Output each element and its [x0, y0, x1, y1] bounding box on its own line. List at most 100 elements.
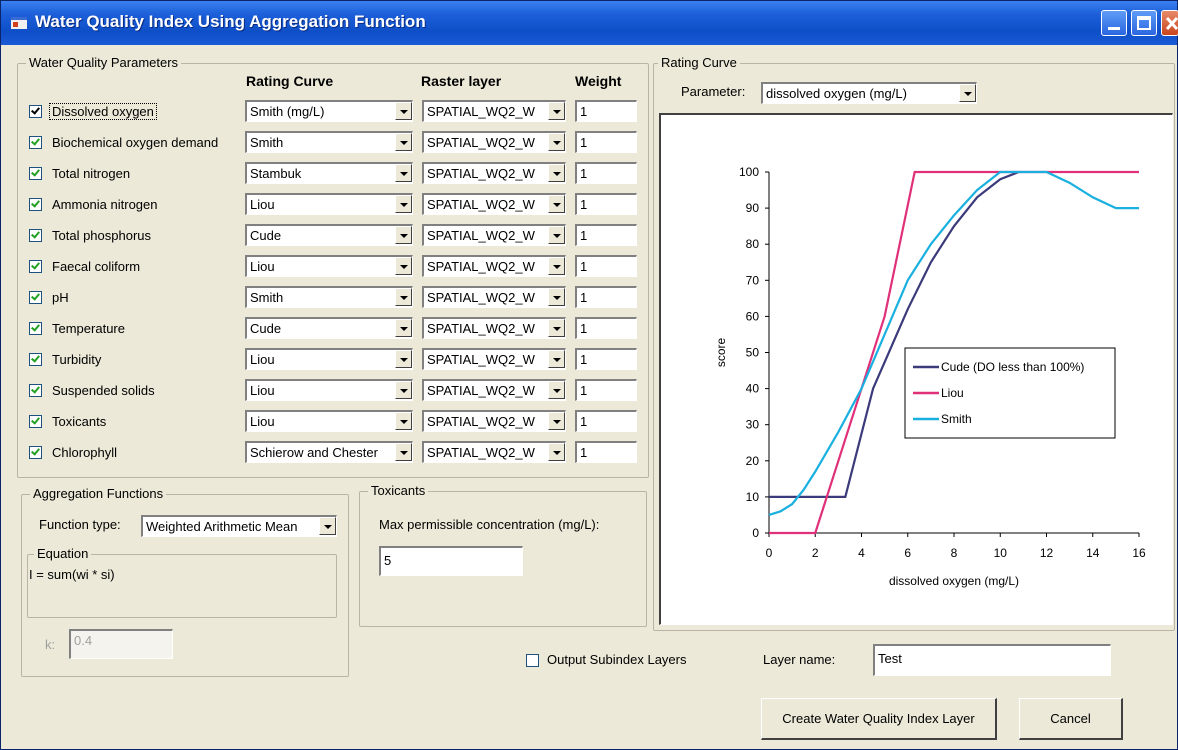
rating-curve-dropdown-button[interactable]	[395, 164, 412, 182]
parameter-checkbox[interactable]	[29, 198, 42, 211]
weight-input[interactable]: 1	[575, 162, 637, 184]
weight-input[interactable]: 1	[575, 131, 637, 153]
parameter-name: Ammonia nitrogen	[52, 197, 158, 212]
raster-layer-dropdown[interactable]: SPATIAL_WQ2_W	[422, 162, 566, 184]
parameter-checkbox[interactable]	[29, 322, 42, 335]
raster-layer-dropdown[interactable]: SPATIAL_WQ2_W	[422, 224, 566, 246]
rating-curve-dropdown-button[interactable]	[395, 133, 412, 151]
raster-layer-dropdown-value: SPATIAL_WQ2_W	[427, 228, 535, 243]
raster-layer-dropdown-button[interactable]	[548, 257, 565, 275]
close-button[interactable]	[1161, 10, 1178, 36]
parameter-checkbox[interactable]	[29, 415, 42, 428]
parameter-checkbox[interactable]	[29, 136, 42, 149]
rating-curve-dropdown-button[interactable]	[395, 257, 412, 275]
parameter-checkbox[interactable]	[29, 384, 42, 397]
rating-curve-dropdown-button[interactable]	[395, 288, 412, 306]
raster-layer-dropdown[interactable]: SPATIAL_WQ2_W	[422, 441, 566, 463]
weight-input[interactable]: 1	[575, 255, 637, 277]
rating-curve-dropdown-button[interactable]	[395, 102, 412, 120]
rating-curve-dropdown[interactable]: Cude	[245, 224, 413, 246]
rating-curve-dropdown[interactable]: Smith (mg/L)	[245, 100, 413, 122]
rating-curve-dropdown[interactable]: Smith	[245, 286, 413, 308]
rating-curve-dropdown[interactable]: Liou	[245, 193, 413, 215]
rating-curve-dropdown[interactable]: Liou	[245, 348, 413, 370]
chevron-down-icon	[400, 420, 408, 424]
parameter-checkbox[interactable]	[29, 167, 42, 180]
rating-curve-dropdown-button[interactable]	[395, 226, 412, 244]
raster-layer-dropdown[interactable]: SPATIAL_WQ2_W	[422, 131, 566, 153]
rating-curve-dropdown[interactable]: Liou	[245, 379, 413, 401]
rating-curve-dropdown-button[interactable]	[395, 195, 412, 213]
raster-layer-dropdown[interactable]: SPATIAL_WQ2_W	[422, 379, 566, 401]
weight-input[interactable]: 1	[575, 224, 637, 246]
raster-layer-dropdown[interactable]: SPATIAL_WQ2_W	[422, 100, 566, 122]
rating-curve-dropdown[interactable]: Smith	[245, 131, 413, 153]
raster-layer-dropdown-button[interactable]	[548, 412, 565, 430]
legend-label-2: Smith	[941, 412, 972, 426]
create-index-layer-button[interactable]: Create Water Quality Index Layer	[761, 698, 997, 740]
weight-value: 1	[580, 104, 588, 119]
max-concentration-input[interactable]: 5	[379, 546, 523, 576]
rating-curve-dropdown[interactable]: Liou	[245, 410, 413, 432]
raster-layer-dropdown-button[interactable]	[548, 319, 565, 337]
rating-curve-dropdown[interactable]: Liou	[245, 255, 413, 277]
raster-layer-dropdown[interactable]: SPATIAL_WQ2_W	[422, 286, 566, 308]
weight-input[interactable]: 1	[575, 441, 637, 463]
raster-layer-dropdown-button[interactable]	[548, 164, 565, 182]
raster-layer-dropdown-button[interactable]	[548, 443, 565, 461]
maximize-icon	[1137, 16, 1151, 30]
raster-layer-dropdown-button[interactable]	[548, 133, 565, 151]
raster-layer-dropdown-button[interactable]	[548, 288, 565, 306]
raster-layer-dropdown-button[interactable]	[548, 226, 565, 244]
y-tick-label: 100	[739, 165, 759, 179]
minimize-button[interactable]	[1101, 10, 1127, 36]
title-bar[interactable]: Water Quality Index Using Aggregation Fu…	[1, 1, 1178, 45]
output-subindex-checkbox[interactable]	[526, 654, 539, 667]
layer-name-input[interactable]: Test	[873, 644, 1111, 676]
rating-curve-dropdown-button[interactable]	[395, 350, 412, 368]
raster-layer-dropdown[interactable]: SPATIAL_WQ2_W	[422, 348, 566, 370]
raster-layer-dropdown-value: SPATIAL_WQ2_W	[427, 197, 535, 212]
rating-curve-dropdown-button[interactable]	[395, 412, 412, 430]
parameter-checkbox[interactable]	[29, 105, 42, 118]
checkmark-icon	[31, 198, 40, 208]
rating-curve-dropdown-value: Liou	[250, 352, 275, 367]
raster-layer-dropdown[interactable]: SPATIAL_WQ2_W	[422, 255, 566, 277]
raster-layer-dropdown-button[interactable]	[548, 195, 565, 213]
k-input[interactable]: 0.4	[69, 629, 173, 659]
raster-layer-dropdown-button[interactable]	[548, 350, 565, 368]
rating-curve-dropdown[interactable]: Stambuk	[245, 162, 413, 184]
weight-input[interactable]: 1	[575, 348, 637, 370]
raster-layer-dropdown[interactable]: SPATIAL_WQ2_W	[422, 317, 566, 339]
parameter-checkbox[interactable]	[29, 291, 42, 304]
weight-input[interactable]: 1	[575, 100, 637, 122]
parameter-checkbox[interactable]	[29, 353, 42, 366]
rating-curve-dropdown[interactable]: Cude	[245, 317, 413, 339]
parameter-checkbox[interactable]	[29, 229, 42, 242]
weight-input[interactable]: 1	[575, 317, 637, 339]
aggregation-functions-legend: Aggregation Functions	[30, 486, 167, 501]
raster-layer-dropdown[interactable]: SPATIAL_WQ2_W	[422, 193, 566, 215]
raster-layer-dropdown[interactable]: SPATIAL_WQ2_W	[422, 410, 566, 432]
raster-layer-dropdown-button[interactable]	[548, 102, 565, 120]
chevron-down-icon	[400, 203, 408, 207]
parameter-checkbox[interactable]	[29, 260, 42, 273]
rating-curve-dropdown[interactable]: Schierow and Chester	[245, 441, 413, 463]
cancel-button[interactable]: Cancel	[1019, 698, 1123, 740]
function-type-dropdown-button[interactable]	[319, 517, 336, 535]
raster-layer-dropdown-value: SPATIAL_WQ2_W	[427, 321, 535, 336]
rating-curve-dropdown-button[interactable]	[395, 381, 412, 399]
weight-input[interactable]: 1	[575, 286, 637, 308]
weight-input[interactable]: 1	[575, 379, 637, 401]
weight-input[interactable]: 1	[575, 410, 637, 432]
parameter-checkbox[interactable]	[29, 446, 42, 459]
parameter-dropdown-button[interactable]	[959, 84, 976, 102]
rating-curve-dropdown-button[interactable]	[395, 319, 412, 337]
rating-curve-dropdown-button[interactable]	[395, 443, 412, 461]
parameter-dropdown[interactable]: dissolved oxygen (mg/L)	[761, 82, 977, 104]
raster-layer-dropdown-button[interactable]	[548, 381, 565, 399]
maximize-button[interactable]	[1131, 10, 1157, 36]
weight-value: 1	[580, 290, 588, 305]
function-type-dropdown[interactable]: Weighted Arithmetic Mean	[141, 515, 337, 537]
weight-input[interactable]: 1	[575, 193, 637, 215]
